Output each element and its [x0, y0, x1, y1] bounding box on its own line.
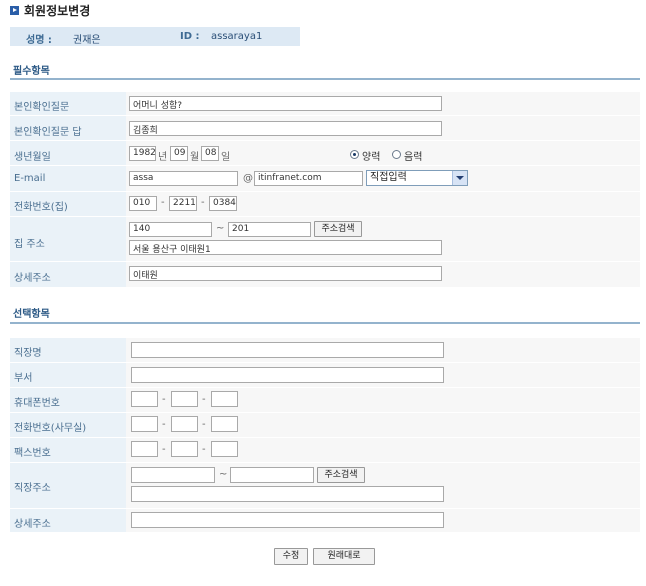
dash-sep: -: [202, 419, 206, 430]
birth-day-input[interactable]: 08: [201, 146, 219, 161]
home-zip-1-input[interactable]: 140: [129, 222, 212, 237]
fax-2-input[interactable]: [171, 441, 198, 457]
home-phone-label: 전화번호(집): [14, 202, 68, 213]
home-address-label: 집 주소: [14, 239, 45, 250]
name-value: 권재은: [73, 35, 101, 46]
email-select-value: 직접입력: [370, 172, 407, 183]
work-address-search-button[interactable]: 주소검색: [317, 467, 365, 483]
home-zip-2-input[interactable]: 201: [228, 222, 311, 237]
dash-sep: -: [202, 444, 206, 455]
mobile-2-input[interactable]: [171, 391, 198, 407]
detail-address-input[interactable]: 이태원: [129, 266, 442, 281]
fax-1-input[interactable]: [131, 441, 158, 457]
office-phone-1-input[interactable]: [131, 416, 158, 432]
home-phone-1-input[interactable]: 010: [129, 196, 157, 211]
work-address-input[interactable]: [131, 486, 444, 502]
lunar-label: 음력: [404, 152, 423, 163]
email-id-input[interactable]: assa: [129, 171, 238, 186]
month-unit: 월: [190, 152, 200, 163]
work-zip-1-input[interactable]: [131, 467, 215, 483]
dash-sep: -: [162, 419, 166, 430]
fax-label: 팩스번호: [14, 448, 51, 459]
birth-year-input[interactable]: 1982: [129, 146, 156, 161]
work-detail-address-label: 상세주소: [14, 519, 51, 530]
work-zip-2-input[interactable]: [230, 467, 314, 483]
section-divider: [10, 78, 640, 80]
zip-sep: ~: [216, 223, 225, 234]
page-title: 회원정보변경: [24, 4, 91, 18]
mobile-label: 휴대폰번호: [14, 398, 60, 409]
reset-button[interactable]: 원래대로: [313, 548, 375, 565]
optional-section-title: 선택항목: [13, 309, 50, 320]
company-input[interactable]: [131, 342, 444, 358]
dash-sep: -: [202, 394, 206, 405]
security-answer-label: 본인확인질문 답: [14, 127, 82, 138]
company-label: 직장명: [14, 348, 42, 359]
id-value: assaraya1: [211, 31, 263, 42]
email-domain-input[interactable]: itinfranet.com: [254, 171, 363, 186]
birth-label: 생년월일: [14, 152, 51, 163]
email-label: E-mail: [14, 173, 46, 184]
chevron-down-icon[interactable]: [452, 171, 467, 185]
solar-radio[interactable]: [350, 150, 359, 159]
member-info-bar: 성명 : 권재은 ID : assaraya1: [10, 27, 300, 46]
security-answer-input[interactable]: 김종희: [129, 121, 442, 136]
dash-sep: -: [201, 197, 205, 208]
id-label: ID :: [180, 31, 200, 42]
name-label: 성명 :: [26, 35, 52, 46]
section-divider: [10, 322, 640, 324]
dash-sep: -: [161, 197, 165, 208]
detail-address-label: 상세주소: [14, 273, 51, 284]
office-phone-label: 전화번호(사무실): [14, 423, 87, 434]
office-phone-2-input[interactable]: [171, 416, 198, 432]
dept-input[interactable]: [131, 367, 444, 383]
office-phone-3-input[interactable]: [211, 416, 238, 432]
home-address-input[interactable]: 서울 용산구 이태원1: [129, 240, 442, 255]
email-at: @: [243, 173, 253, 184]
security-question-input[interactable]: 어머니 성함?: [129, 96, 442, 111]
year-unit: 년: [158, 152, 168, 163]
home-phone-2-input[interactable]: 2211: [169, 196, 197, 211]
home-phone-3-input[interactable]: 0384: [209, 196, 237, 211]
dash-sep: -: [162, 394, 166, 405]
solar-label: 양력: [362, 152, 381, 163]
dept-label: 부서: [14, 373, 33, 384]
work-address-label: 직장주소: [14, 483, 51, 494]
home-address-search-button[interactable]: 주소검색: [314, 221, 362, 237]
dash-sep: -: [162, 444, 166, 455]
zip-sep: ~: [219, 469, 228, 480]
email-domain-select[interactable]: 직접입력: [366, 170, 468, 186]
birth-month-input[interactable]: 09: [170, 146, 188, 161]
fax-3-input[interactable]: [211, 441, 238, 457]
mobile-3-input[interactable]: [211, 391, 238, 407]
title-arrow-icon: [10, 6, 19, 15]
submit-button[interactable]: 수정: [274, 548, 308, 565]
required-section-title: 필수항목: [13, 66, 50, 77]
day-unit: 일: [221, 152, 231, 163]
work-detail-address-input[interactable]: [131, 512, 444, 528]
lunar-radio[interactable]: [392, 150, 401, 159]
security-question-label: 본인확인질문: [14, 102, 70, 113]
mobile-1-input[interactable]: [131, 391, 158, 407]
